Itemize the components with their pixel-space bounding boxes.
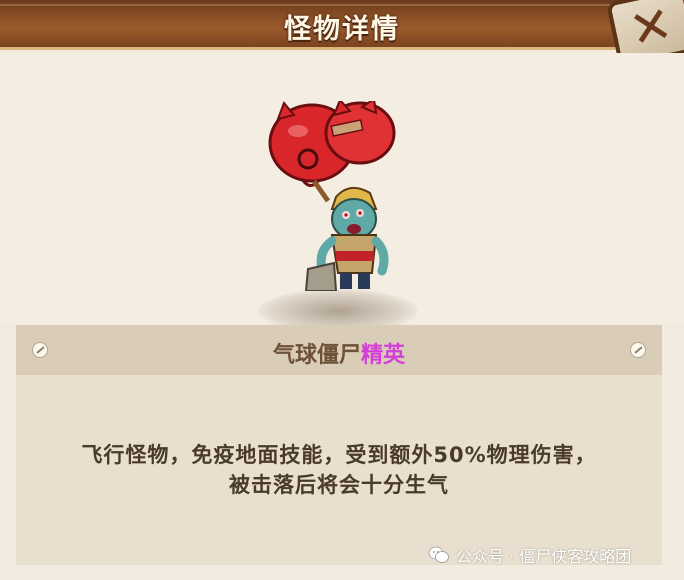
wechat-icon [428, 546, 449, 563]
monster-stage [0, 53, 684, 333]
balloon-zombie-sprite [268, 101, 396, 291]
description-line: 飞行怪物，免疫地面技能，受到额外50%物理伤害， [81, 443, 597, 467]
monster-name-bar: 气球僵尸精英 [16, 325, 662, 375]
page-title: 怪物详情 [284, 14, 400, 45]
watermark-text: 公众号 · 僵尸侠客攻略团 [456, 547, 632, 566]
monster-name: 气球僵尸精英 [16, 337, 662, 369]
monster-name-label: 气球僵尸 [272, 343, 361, 368]
monster-description-panel: 飞行怪物，免疫地面技能，受到额外50%物理伤害， 被击落后将会十分生气 [16, 375, 662, 565]
pin-icon [630, 342, 646, 358]
header-bar: 怪物详情 [0, 0, 684, 50]
watermark: 公众号 · 僵尸侠客攻略团 [428, 544, 631, 566]
description-line: 被击落后将会十分生气 [229, 473, 449, 497]
close-x-icon: ✕ [624, 0, 678, 60]
monster-rank-badge: 精英 [361, 343, 406, 368]
balloon-icon [268, 101, 396, 187]
